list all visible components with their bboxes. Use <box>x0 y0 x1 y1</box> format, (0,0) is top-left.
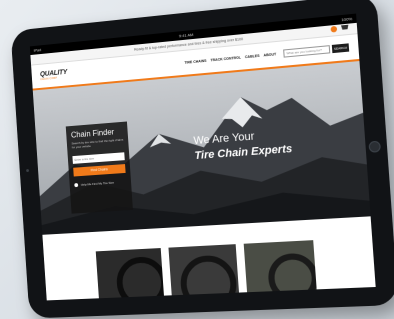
search-button[interactable]: SEARCH <box>331 43 350 54</box>
search-input[interactable]: What are you looking for? <box>283 45 331 58</box>
status-time: 9:41 AM <box>178 31 194 39</box>
product-card-3[interactable] <box>243 240 318 300</box>
main-menu: TIRE CHAINS TRACK CONTROL CABLES ABOUT <box>184 52 276 65</box>
status-battery: 100% <box>341 16 353 23</box>
nav-item-tire-chains[interactable]: TIRE CHAINS <box>184 59 206 65</box>
tire-size-input[interactable]: Enter a tire size <box>72 151 125 164</box>
status-left: iPad <box>33 47 42 53</box>
radio-icon[interactable] <box>74 182 79 187</box>
help-checkbox[interactable]: Help Me Find My Tire Size <box>74 179 126 187</box>
tablet-device: iPad 9:41 AM 100% Ready-fit & top-rated … <box>10 0 394 319</box>
help-checkbox-label: Help Me Find My Tire Size <box>80 180 115 187</box>
find-chains-button[interactable]: Find Chains <box>73 163 126 177</box>
chain-finder-panel: Chain Finder Search by tire size to find… <box>65 121 133 214</box>
hero-banner: Chain Finder Search by tire size to find… <box>32 61 371 235</box>
home-button-icon[interactable] <box>368 140 381 153</box>
nav-item-track-control[interactable]: TRACK CONTROL <box>210 56 241 63</box>
nav-item-cables[interactable]: CABLES <box>245 54 260 59</box>
product-card-2[interactable] <box>168 244 240 301</box>
cart-icon[interactable] <box>341 25 349 32</box>
user-icon[interactable] <box>330 25 338 33</box>
finder-description: Search by tire size to find the right ch… <box>71 137 124 150</box>
product-card-1[interactable] <box>95 248 165 301</box>
camera-icon <box>26 169 30 173</box>
logo[interactable]: QUALITY CHAIN CORP <box>40 68 78 81</box>
tablet-screen: iPad 9:41 AM 100% Ready-fit & top-rated … <box>29 13 376 301</box>
nav-item-about[interactable]: ABOUT <box>263 52 276 57</box>
